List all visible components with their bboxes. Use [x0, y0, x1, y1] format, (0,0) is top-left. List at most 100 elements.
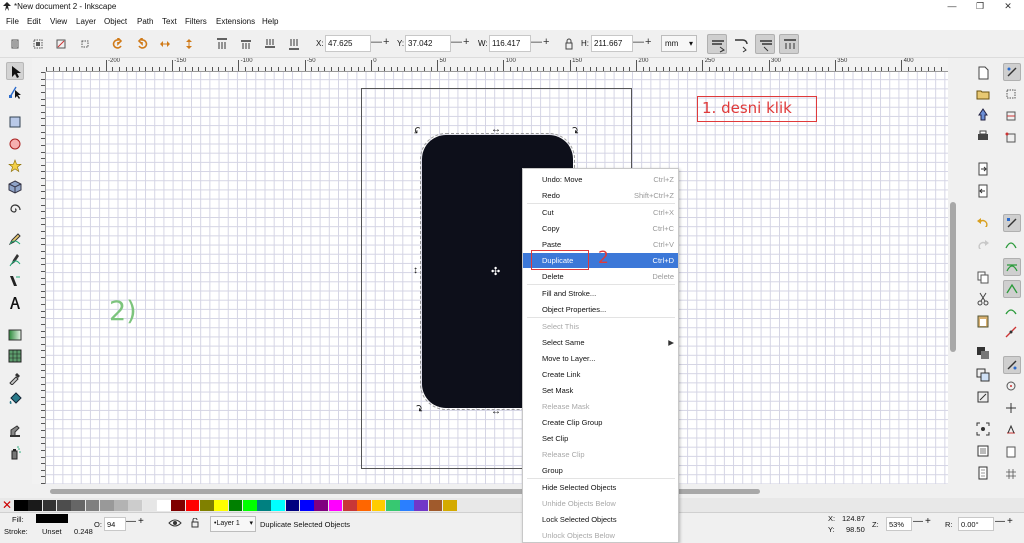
vertical-scrollbar[interactable]: [948, 72, 958, 484]
menu-item-set-mask[interactable]: Set Mask: [523, 383, 678, 398]
raise-to-top-icon[interactable]: [216, 38, 228, 50]
color-swatch[interactable]: [271, 500, 286, 511]
h-plus-button[interactable]: +: [645, 36, 651, 48]
color-swatch[interactable]: [385, 500, 400, 511]
spray-tool-icon[interactable]: [6, 444, 24, 462]
snap-nodes-icon[interactable]: [1003, 214, 1021, 232]
scale-stroke-toggle[interactable]: [707, 34, 727, 54]
color-swatch[interactable]: [114, 500, 128, 511]
w-plus-button[interactable]: +: [543, 36, 549, 48]
color-swatch[interactable]: [171, 500, 186, 511]
menu-item-object-properties[interactable]: Object Properties...: [523, 302, 678, 317]
move-patterns-toggle[interactable]: [779, 34, 799, 54]
color-swatch[interactable]: [157, 500, 171, 511]
print-icon[interactable]: [976, 129, 990, 143]
3d-box-tool-icon[interactable]: [6, 178, 24, 196]
open-icon[interactable]: [976, 87, 990, 101]
raise-icon[interactable]: [240, 38, 252, 50]
select-all-layers-icon[interactable]: [32, 38, 44, 50]
zoom-minus-button[interactable]: —: [913, 516, 923, 527]
no-paint-swatch-icon[interactable]: ✕: [2, 498, 12, 512]
eye-icon[interactable]: [168, 518, 182, 528]
color-swatch[interactable]: [342, 500, 357, 511]
flip-vertical-icon[interactable]: [183, 38, 195, 50]
w-input[interactable]: 116.417: [489, 35, 531, 52]
rotation-input[interactable]: 0.00°: [958, 517, 994, 531]
y-plus-button[interactable]: +: [463, 36, 469, 48]
x-minus-button[interactable]: —: [371, 36, 382, 48]
horizontal-scrollbar[interactable]: [46, 484, 948, 498]
pen-tool-icon[interactable]: [6, 251, 24, 269]
zoom-page-icon[interactable]: [976, 466, 990, 480]
menu-item-delete[interactable]: Delete Delete: [523, 269, 678, 284]
copy-icon[interactable]: [976, 270, 990, 284]
snap-others-icon[interactable]: [1003, 356, 1021, 374]
menu-item-create-clip-group[interactable]: Create Clip Group: [523, 415, 678, 430]
redo-icon[interactable]: [976, 238, 990, 252]
color-swatch[interactable]: [300, 500, 314, 511]
ellipse-tool-icon[interactable]: [6, 135, 24, 153]
layer-select[interactable]: •Layer 1 ▾: [210, 516, 256, 532]
clone-icon[interactable]: [976, 368, 990, 382]
color-swatch[interactable]: [128, 500, 143, 511]
import-icon[interactable]: [976, 162, 990, 176]
snap-bbox-icon[interactable]: [1003, 86, 1021, 104]
cut-icon[interactable]: [976, 292, 990, 306]
zoom-plus-button[interactable]: +: [925, 516, 931, 527]
menu-item-group[interactable]: Group: [523, 463, 678, 478]
snap-paths-icon[interactable]: [1003, 236, 1021, 254]
dropper-tool-icon[interactable]: [6, 369, 24, 387]
opacity-plus-button[interactable]: +: [138, 516, 144, 527]
color-swatch[interactable]: [314, 500, 329, 511]
lower-to-bottom-icon[interactable]: [288, 38, 300, 50]
menu-item-fill-and-stroke[interactable]: Fill and Stroke...: [523, 286, 678, 301]
menu-filters[interactable]: Filters: [185, 17, 207, 26]
menu-help[interactable]: Help: [262, 17, 278, 26]
y-minus-button[interactable]: —: [451, 36, 462, 48]
undo-icon[interactable]: [976, 216, 990, 230]
menu-item-select-same[interactable]: Select Same ▶: [523, 335, 678, 350]
star-tool-icon[interactable]: [6, 157, 24, 175]
color-swatch[interactable]: [56, 500, 71, 511]
snap-page-border-icon[interactable]: [1003, 444, 1021, 462]
menu-item-undo-move[interactable]: Undo: Move Ctrl+Z: [523, 172, 678, 187]
skew-handle-left-icon[interactable]: ↕: [413, 265, 418, 276]
color-swatch[interactable]: [414, 500, 429, 511]
y-input[interactable]: 37.042: [405, 35, 451, 52]
menu-item-set-clip[interactable]: Set Clip: [523, 431, 678, 446]
color-swatch[interactable]: [443, 500, 457, 511]
color-swatch[interactable]: [99, 500, 114, 511]
color-swatch[interactable]: [71, 500, 85, 511]
rotate-ccw-icon[interactable]: [112, 38, 124, 50]
rotation-center-icon[interactable]: ✣: [491, 265, 500, 278]
color-swatch[interactable]: [357, 500, 371, 511]
color-swatch[interactable]: [42, 500, 57, 511]
color-swatch[interactable]: [242, 500, 257, 511]
select-all-icon[interactable]: [9, 38, 21, 50]
fill-indicator[interactable]: [36, 514, 68, 523]
menu-item-move-to-layer[interactable]: Move to Layer...: [523, 351, 678, 366]
tweak-tool-icon[interactable]: [6, 422, 24, 440]
calligraphy-tool-icon[interactable]: [6, 272, 24, 290]
new-document-icon[interactable]: [976, 66, 990, 80]
node-tool-icon[interactable]: [6, 83, 24, 101]
color-swatch[interactable]: [285, 500, 300, 511]
h-minus-button[interactable]: —: [633, 36, 644, 48]
pencil-tool-icon[interactable]: [6, 230, 24, 248]
color-swatch[interactable]: [371, 500, 386, 511]
minimize-button[interactable]: —: [940, 0, 964, 14]
color-swatch[interactable]: [85, 500, 100, 511]
color-swatch[interactable]: [214, 500, 228, 511]
menu-item-redo[interactable]: Redo Shift+Ctrl+Z: [523, 188, 678, 203]
rotation-minus-button[interactable]: —: [995, 516, 1005, 527]
mesh-tool-icon[interactable]: [6, 347, 24, 365]
color-swatch[interactable]: [428, 500, 443, 511]
export-icon[interactable]: [976, 184, 990, 198]
layer-lock-icon[interactable]: [190, 517, 200, 528]
selector-tool-icon[interactable]: [6, 62, 24, 80]
snap-midpoints-icon[interactable]: [1003, 324, 1021, 342]
color-swatch[interactable]: [328, 500, 343, 511]
menu-path[interactable]: Path: [137, 17, 153, 26]
color-swatch[interactable]: [14, 500, 28, 511]
snap-centers-icon[interactable]: [1003, 378, 1021, 396]
